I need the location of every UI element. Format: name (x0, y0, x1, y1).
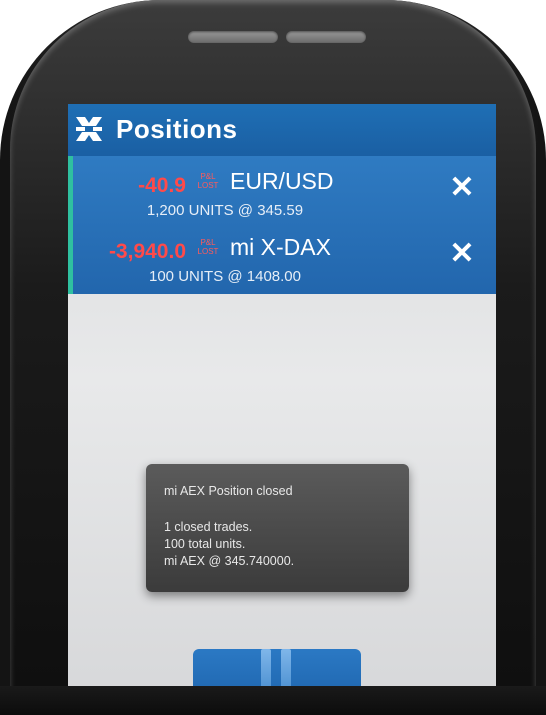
speaker-grille-right (286, 31, 366, 43)
badge-top: P&L (200, 238, 216, 247)
page-title: Positions (116, 114, 238, 144)
bank-logo-icon (76, 117, 102, 141)
close-position-button[interactable]: ✕ (448, 239, 476, 269)
toast-title: mi AEX Position closed (164, 484, 293, 498)
badge-bottom: LOST (197, 247, 219, 256)
badge-bottom: LOST (197, 181, 219, 190)
app-screen: Positions -40.9 P&L LOST EUR/USD 1,200 U… (68, 104, 496, 715)
pl-lost-badge: P&L LOST (194, 172, 222, 190)
toast-line: mi AEX @ 345.740000. (164, 554, 295, 568)
position-units: 1,200 UNITS @ 345.59 (146, 202, 304, 219)
pl-value: -40.9 (138, 174, 186, 197)
toast-line: 1 closed trades. (164, 520, 253, 534)
positions-list: -40.9 P&L LOST EUR/USD 1,200 UNITS @ 345… (68, 156, 496, 294)
close-position-button[interactable]: ✕ (448, 173, 476, 203)
instrument-symbol: EUR/USD (230, 168, 334, 194)
phone-bottom-bezel (0, 686, 546, 715)
app-header: Positions (68, 104, 496, 156)
instrument-symbol: mi X-DAX (230, 234, 331, 260)
toast-notification: mi AEX Position closed 1 closed trades. … (146, 464, 409, 592)
pl-lost-badge: P&L LOST (194, 238, 222, 256)
position-row[interactable]: -40.9 P&L LOST EUR/USD 1,200 UNITS @ 345… (68, 158, 496, 224)
phone-device: Positions -40.9 P&L LOST EUR/USD 1,200 U… (0, 0, 546, 715)
pl-value: -3,940.0 (108, 240, 186, 263)
badge-top: P&L (200, 172, 216, 181)
speaker-grille-left (188, 31, 278, 43)
position-units: 100 UNITS @ 1408.00 (149, 268, 301, 285)
position-row[interactable]: -3,940.0 P&L LOST mi X-DAX 100 UNITS @ 1… (68, 224, 496, 290)
toast-line: 100 total units. (164, 537, 246, 551)
